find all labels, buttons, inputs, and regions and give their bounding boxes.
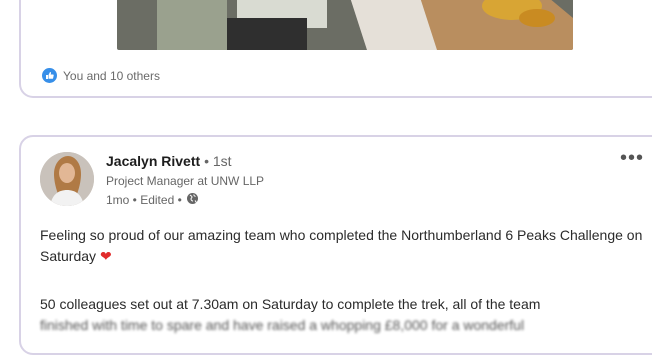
author-avatar[interactable]	[40, 152, 94, 206]
heart-icon: ❤	[99, 248, 112, 264]
post-text-line-1: Feeling so proud of our amazing team who…	[40, 227, 643, 264]
post-text-paragraph-2-continued: finished with time to spare and have rai…	[40, 317, 525, 333]
post-meta: 1mo • Edited •	[106, 192, 199, 208]
globe-icon	[186, 192, 199, 208]
reactions-summary[interactable]: You and 10 others	[42, 68, 160, 83]
post-image[interactable]	[117, 0, 573, 50]
connection-degree: • 1st	[204, 153, 232, 169]
post-time: 1mo • Edited •	[106, 193, 182, 207]
author-headline: Project Manager at UNW LLP	[106, 174, 265, 188]
author-line: Jacalyn Rivett • 1st	[106, 153, 232, 169]
like-icon	[42, 68, 57, 83]
post-text-paragraph-2: 50 colleagues set out at 7.30am on Satur…	[40, 296, 541, 312]
more-options-icon[interactable]: •••	[620, 147, 644, 170]
post-image-graphic	[117, 0, 573, 50]
author-name[interactable]: Jacalyn Rivett	[106, 153, 200, 169]
previous-post-card: You and 10 others	[19, 0, 652, 98]
post-text-paragraph-1: Feeling so proud of our amazing team who…	[40, 225, 650, 267]
post-card: Jacalyn Rivett • 1st Project Manager at …	[19, 135, 652, 355]
reactions-text: You and 10 others	[63, 68, 160, 83]
